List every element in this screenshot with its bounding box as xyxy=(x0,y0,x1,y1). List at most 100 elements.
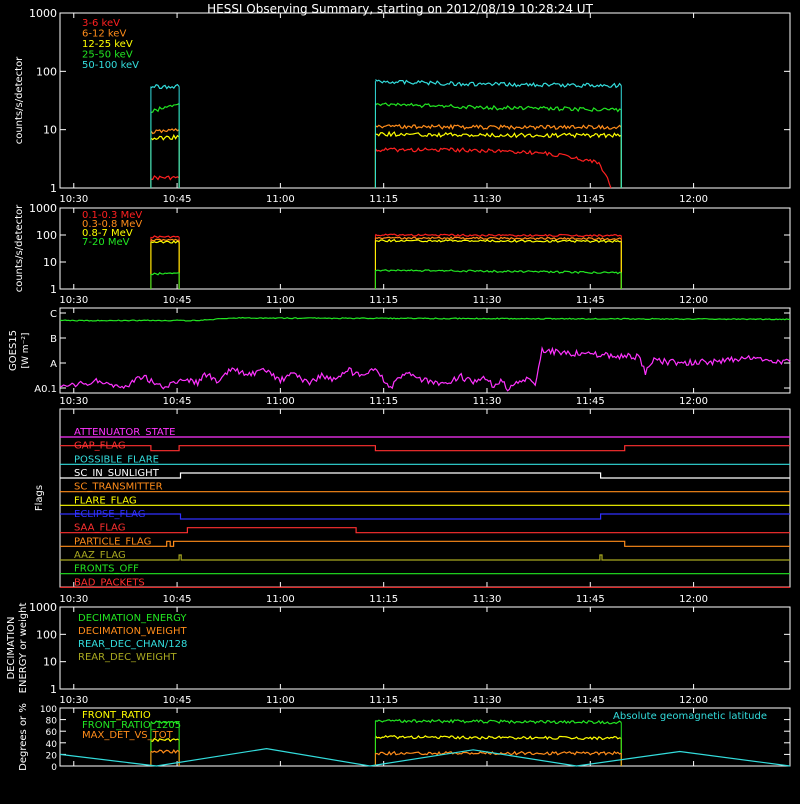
x-tick-label: 10:30 xyxy=(59,695,88,706)
x-tick-label: 11:45 xyxy=(576,194,605,205)
goes-unit-label: [W m⁻²] xyxy=(21,333,31,369)
y-tick-label: 1 xyxy=(50,182,57,195)
flag-label: PARTICLE_FLAG xyxy=(74,536,151,547)
x-tick-label: 11:45 xyxy=(576,695,605,706)
legend-entry: MAX_DET_VS_TOT xyxy=(82,730,174,741)
x-tick-label: 11:30 xyxy=(473,396,502,407)
ratios-ylabel: Degrees or % xyxy=(18,703,29,771)
flag-line xyxy=(60,513,790,520)
counts-low-line xyxy=(375,79,622,89)
x-tick-label: 11:30 xyxy=(473,695,502,706)
flag-line xyxy=(60,540,790,547)
y-tick-label: 100 xyxy=(36,229,57,242)
hessi-summary: HESSI Observing Summary, starting on 201… xyxy=(0,0,800,800)
y-tick-label: B xyxy=(50,334,57,345)
y-tick-label: 10 xyxy=(43,256,57,269)
y-tick-label: 60 xyxy=(46,728,58,738)
ratio-line xyxy=(150,748,180,754)
legend-entry: DECIMATION_WEIGHT xyxy=(78,626,187,637)
flag-label: GAP_FLAG xyxy=(74,441,126,452)
panel-counts-low xyxy=(59,12,791,189)
decimation-ylabel-2: ENERGY or weight xyxy=(18,603,29,694)
flag-label: SC_TRANSMITTER xyxy=(74,482,163,493)
counts-high-line xyxy=(150,272,180,276)
x-tick-label: 10:45 xyxy=(163,396,192,407)
y-tick-label: 1 xyxy=(50,683,57,696)
plot-title: HESSI Observing Summary, starting on 201… xyxy=(207,2,593,16)
flags-ylabel: Flags xyxy=(34,485,45,511)
y-tick-label: 100 xyxy=(36,65,57,78)
counts-low-line xyxy=(374,147,612,189)
x-tick-label: 11:30 xyxy=(473,594,502,605)
x-tick-label: 11:00 xyxy=(266,194,295,205)
counts-high-line xyxy=(150,238,180,242)
x-tick-label: 12:00 xyxy=(679,396,708,407)
x-tick-label: 11:45 xyxy=(576,295,605,306)
y-tick-label: A0.1 xyxy=(34,384,57,395)
flag-label: FRONTS_OFF xyxy=(74,564,139,575)
geomagnetic-latitude-label: Absolute geomagnetic latitude xyxy=(613,711,767,722)
panel1-ylabel: counts/s/detector xyxy=(14,56,25,144)
y-tick-label: 40 xyxy=(46,740,58,750)
x-tick-label: 11:30 xyxy=(473,194,502,205)
x-tick-label: 10:30 xyxy=(59,295,88,306)
ratio-line xyxy=(374,735,622,741)
counts-low-line xyxy=(150,134,180,141)
flag-line xyxy=(60,445,790,452)
panel-counts-high xyxy=(59,207,791,290)
x-tick-label: 11:45 xyxy=(576,594,605,605)
flag-label: AAZ_FLAG xyxy=(74,550,126,561)
counts-high-line xyxy=(375,233,622,238)
y-tick-label: 1000 xyxy=(29,7,57,20)
x-tick-label: 10:45 xyxy=(163,594,192,605)
counts-low-line xyxy=(150,175,180,181)
goes-line xyxy=(59,316,791,322)
y-tick-label: 1 xyxy=(50,283,57,296)
x-tick-label: 11:45 xyxy=(576,396,605,407)
counts-low-line xyxy=(375,102,622,113)
flag-label: FLARE_FLAG xyxy=(74,495,137,506)
flag-line xyxy=(60,472,790,479)
y-tick-label: A xyxy=(50,359,57,370)
legend-entry: 7-20 MeV xyxy=(82,237,130,248)
x-tick-label: 10:30 xyxy=(59,194,88,205)
panel2-ylabel: counts/s/detector xyxy=(14,204,25,292)
y-tick-label: 10 xyxy=(43,124,57,137)
x-tick-label: 10:30 xyxy=(59,396,88,407)
x-tick-label: 11:00 xyxy=(266,396,295,407)
counts-low-line xyxy=(375,123,622,131)
x-tick-label: 11:15 xyxy=(369,194,398,205)
legend-entry: DECIMATION_ENERGY xyxy=(78,613,187,624)
counts-low-line xyxy=(150,103,180,114)
x-tick-label: 11:15 xyxy=(369,295,398,306)
x-tick-label: 11:15 xyxy=(369,396,398,407)
x-tick-label: 11:00 xyxy=(266,594,295,605)
flag-label: BAD_PACKETS xyxy=(74,577,145,588)
counts-low-line xyxy=(150,127,180,135)
counts-high-line xyxy=(375,236,622,241)
legend-entry: 25-50 keV xyxy=(82,50,133,61)
legend-entry: 50-100 keV xyxy=(82,60,139,71)
counts-low-line xyxy=(150,83,180,90)
legend-entry: 3-6 keV xyxy=(82,18,120,29)
x-tick-label: 11:00 xyxy=(266,295,295,306)
x-tick-label: 12:00 xyxy=(679,594,708,605)
flag-label: POSSIBLE_FLARE xyxy=(74,454,159,465)
x-tick-label: 12:00 xyxy=(679,295,708,306)
counts-low-line xyxy=(375,130,622,139)
flag-label: ATTENUATOR_STATE xyxy=(74,427,175,438)
flag-line xyxy=(60,554,790,561)
x-tick-label: 10:45 xyxy=(163,194,192,205)
legend-entry: REAR_DEC_CHAN/128 xyxy=(78,639,187,650)
x-tick-label: 10:45 xyxy=(163,295,192,306)
y-tick-label: C xyxy=(50,309,57,320)
x-tick-label: 11:00 xyxy=(266,695,295,706)
y-tick-label: 20 xyxy=(46,751,58,761)
x-tick-label: 11:15 xyxy=(369,695,398,706)
flag-label: SAA_FLAG xyxy=(74,523,125,534)
counts-high-line xyxy=(150,240,180,244)
y-tick-label: 10 xyxy=(43,656,57,669)
x-tick-label: 10:45 xyxy=(163,695,192,706)
goes-line xyxy=(59,345,791,392)
summary-plot: HESSI Observing Summary, starting on 201… xyxy=(6,2,791,773)
